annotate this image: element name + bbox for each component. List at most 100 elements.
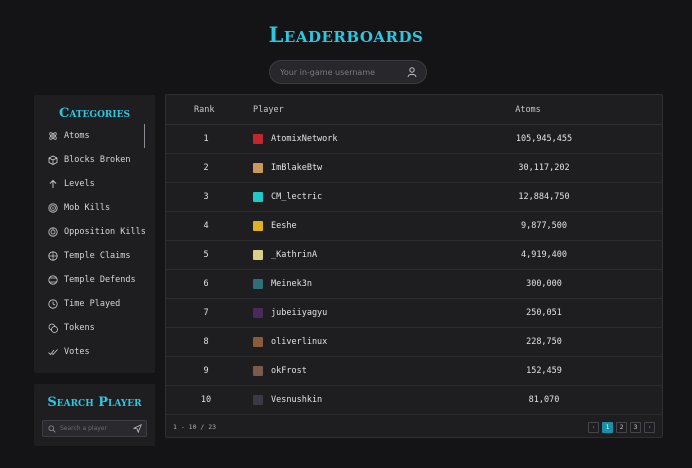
rank-cell: 4 (203, 221, 209, 231)
table-row[interactable]: 8 oliverlinux 228,750 (166, 328, 662, 357)
categories-panel: Categories Atoms Blocks Broken Levels Mo… (34, 95, 155, 373)
rank-cell: 8 (203, 337, 209, 347)
page-1-button[interactable]: 1 (602, 421, 613, 433)
player-cell[interactable]: _KathrinA (246, 250, 476, 260)
atom-icon (49, 132, 57, 140)
page-2-button[interactable]: 2 (616, 421, 627, 433)
player-name: ImBlakeBtw (271, 163, 323, 173)
table-row[interactable]: 6 Meinek3n 300,000 (166, 270, 662, 299)
player-cell[interactable]: okFrost (246, 366, 476, 376)
player-avatar (253, 250, 263, 260)
player-name: jubeiiyagyu (271, 308, 328, 318)
player-name: oliverlinux (271, 337, 328, 347)
category-levels[interactable]: Levels (34, 172, 155, 196)
category-mob-kills[interactable]: Mob Kills (34, 196, 155, 220)
rank-cell: 6 (203, 279, 209, 289)
username-input[interactable] (280, 67, 406, 77)
category-label: Temple Defends (64, 275, 136, 285)
user-icon[interactable] (406, 66, 418, 78)
rank-cell: 9 (203, 366, 209, 376)
player-name: Vesnushkin (271, 395, 323, 405)
player-cell[interactable]: Eeshe (246, 221, 476, 231)
player-avatar (253, 134, 263, 144)
table-footer: 1 - 10 / 23 ‹ 1 2 3 › (166, 415, 662, 439)
atoms-header: Atoms (515, 104, 541, 115)
player-avatar (253, 366, 263, 376)
table-row[interactable]: 1 AtomixNetwork 105,945,455 (166, 125, 662, 154)
player-header: Player (253, 104, 284, 115)
table-row[interactable]: 4 Eeshe 9,877,500 (166, 212, 662, 241)
player-cell[interactable]: jubeiiyagyu (246, 308, 476, 318)
next-page-button[interactable]: › (644, 421, 655, 433)
category-label: Levels (64, 179, 95, 189)
player-cell[interactable]: ImBlakeBtw (246, 163, 476, 173)
page-title: Leaderboards (268, 22, 424, 47)
table-row[interactable]: 2 ImBlakeBtw 30,117,202 (166, 154, 662, 183)
category-atoms[interactable]: Atoms (34, 124, 155, 148)
player-cell[interactable]: Meinek3n (246, 279, 476, 289)
arrow-up-icon (49, 179, 57, 188)
atoms-cell: 9,877,500 (520, 221, 568, 231)
player-cell[interactable]: oliverlinux (246, 337, 476, 347)
search-player-panel: Search Player (34, 384, 155, 446)
category-label: Votes (64, 347, 90, 357)
player-name: AtomixNetwork (271, 134, 338, 144)
category-tokens[interactable]: Tokens (34, 316, 155, 340)
category-label: Temple Claims (64, 251, 131, 261)
player-name: Meinek3n (271, 279, 312, 289)
table-header: Rank Player Atoms (166, 95, 662, 125)
category-label: Blocks Broken (64, 155, 131, 165)
player-name: Eeshe (271, 221, 297, 231)
rank-cell: 7 (203, 308, 209, 318)
category-label: Atoms (64, 131, 90, 141)
category-temple-defends[interactable]: Temple Defends (34, 268, 155, 292)
player-name: _KathrinA (271, 250, 318, 260)
category-opposition-kills[interactable]: Opposition Kills (34, 220, 155, 244)
check-double-icon (48, 349, 58, 356)
search-player-box[interactable] (42, 420, 147, 437)
clock-icon (48, 299, 58, 309)
page-3-button[interactable]: 3 (630, 421, 641, 433)
rank-cell: 3 (203, 192, 209, 202)
player-avatar (253, 395, 263, 405)
atoms-cell: 300,000 (526, 279, 562, 289)
prev-page-button[interactable]: ‹ (588, 421, 599, 433)
player-cell[interactable]: AtomixNetwork (246, 134, 476, 144)
table-row[interactable]: 10 Vesnushkin 81,070 (166, 386, 662, 415)
search-player-title: Search Player (47, 395, 142, 410)
category-votes[interactable]: Votes (34, 340, 155, 364)
player-avatar (253, 279, 263, 289)
rank-cell: 1 (203, 134, 209, 144)
atoms-cell: 4,919,400 (520, 250, 568, 260)
results-range: 1 - 10 / 23 (173, 423, 217, 431)
cube-icon (48, 155, 58, 165)
atoms-cell: 250,051 (526, 308, 562, 318)
category-label: Tokens (64, 323, 95, 333)
table-body: 1 AtomixNetwork 105,945,455 2 ImBlakeBtw 30,1… (166, 125, 662, 415)
table-row[interactable]: 9 okFrost 152,459 (166, 357, 662, 386)
category-blocks-broken[interactable]: Blocks Broken (34, 148, 155, 172)
atoms-cell: 12,884,750 (518, 192, 570, 202)
globe-icon (48, 251, 58, 261)
username-search[interactable] (269, 60, 427, 84)
player-name: okFrost (271, 366, 307, 376)
search-player-input[interactable] (60, 425, 133, 432)
category-temple-claims[interactable]: Temple Claims (34, 244, 155, 268)
table-row[interactable]: 5 _KathrinA 4,919,400 (166, 241, 662, 270)
table-row[interactable]: 7 jubeiiyagyu 250,051 (166, 299, 662, 328)
table-row[interactable]: 3 CM_lectric 12,884,750 (166, 183, 662, 212)
atoms-cell: 81,070 (528, 395, 560, 405)
player-avatar (253, 221, 263, 231)
category-label: Time Played (64, 299, 121, 309)
category-time-played[interactable]: Time Played (34, 292, 155, 316)
atoms-cell: 228,750 (526, 337, 562, 347)
rank-cell: 5 (203, 250, 209, 260)
categories-list: Atoms Blocks Broken Levels Mob Kills Opp… (34, 124, 155, 364)
send-icon[interactable] (133, 424, 142, 433)
player-cell[interactable]: Vesnushkin (246, 395, 476, 405)
rank-cell: 2 (203, 163, 209, 173)
coins-icon (48, 323, 58, 333)
rank-cell: 10 (200, 395, 212, 405)
player-cell[interactable]: CM_lectric (246, 192, 476, 202)
shield-icon (48, 275, 58, 285)
